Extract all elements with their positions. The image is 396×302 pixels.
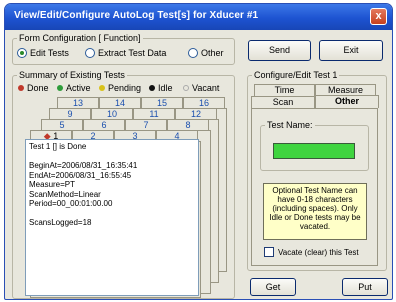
tab-scan[interactable]: Scan xyxy=(251,96,315,108)
tab-test-13[interactable]: 13 xyxy=(57,97,99,108)
detail-line: ScanMethod=Linear xyxy=(29,189,101,199)
send-button[interactable]: Send xyxy=(248,40,311,61)
radio-selected-icon xyxy=(17,48,27,58)
autolog-window: View/Edit/Configure AutoLog Test[s] for … xyxy=(4,3,393,300)
put-button[interactable]: Put xyxy=(342,278,388,296)
tab-test-14[interactable]: 14 xyxy=(99,97,141,108)
tab-test-11[interactable]: 11 xyxy=(133,108,175,119)
radio-empty-icon xyxy=(188,48,198,58)
status-vacant: Vacant xyxy=(183,83,219,93)
status-label: Vacant xyxy=(192,83,220,93)
idle-dot-icon xyxy=(149,85,155,91)
summary-legend: Summary of Existing Tests xyxy=(17,70,127,80)
test-details-text[interactable]: Test 1 [] is Done BeginAt=2006/08/31_16:… xyxy=(25,139,199,296)
vacant-dot-icon xyxy=(183,85,189,91)
detail-line: Test 1 [] is Done xyxy=(29,142,87,151)
window-title: View/Edit/Configure AutoLog Test[s] for … xyxy=(14,10,259,21)
tab-test-10[interactable]: 10 xyxy=(91,108,133,119)
tab-test-15[interactable]: 15 xyxy=(141,97,183,108)
vacate-label: Vacate (clear) this Test xyxy=(278,248,359,257)
vacate-checkbox[interactable] xyxy=(264,247,274,257)
exit-button[interactable]: Exit xyxy=(319,40,383,61)
detail-line xyxy=(29,152,195,162)
test-name-label: Test Name: xyxy=(265,120,315,130)
tab-time[interactable]: Time xyxy=(254,84,315,96)
radio-empty-icon xyxy=(85,48,95,58)
tab-test-8[interactable]: 8 xyxy=(167,119,209,130)
status-done: Done xyxy=(18,83,49,93)
status-label: Idle xyxy=(158,83,173,93)
active-dot-icon xyxy=(57,85,63,91)
radio-other[interactable]: Other xyxy=(188,48,224,58)
radio-extract-test-data[interactable]: Extract Test Data xyxy=(85,48,166,58)
tab-test-16[interactable]: 16 xyxy=(183,97,225,108)
status-active: Active xyxy=(57,83,91,93)
detail-line xyxy=(29,209,195,219)
detail-line: Period=00_00:01:00.00 xyxy=(29,199,113,208)
status-label: Done xyxy=(27,83,49,93)
configure-legend: Configure/Edit Test 1 xyxy=(252,70,340,80)
get-button[interactable]: Get xyxy=(250,278,296,296)
done-dot-icon xyxy=(18,85,24,91)
detail-line: BeginAt=2006/08/31_16:35:41 xyxy=(29,161,138,170)
tab-other[interactable]: Other xyxy=(315,95,379,108)
pending-dot-icon xyxy=(99,85,105,91)
radio-edit-tests[interactable]: Edit Tests xyxy=(17,48,69,58)
tab-test-9[interactable]: 9 xyxy=(49,108,91,119)
status-label: Pending xyxy=(108,83,142,93)
detail-line: Measure=PT xyxy=(29,180,76,189)
test-name-input[interactable] xyxy=(273,143,355,159)
detail-line: EndAt=2006/08/31_16:55:45 xyxy=(29,170,132,180)
radio-label-extract: Extract Test Data xyxy=(98,48,167,58)
status-idle: Idle xyxy=(149,83,173,93)
test-name-note: Optional Test Name can have 0-18 charact… xyxy=(263,183,367,240)
tab-test-6[interactable]: 6 xyxy=(83,119,125,130)
status-pending: Pending xyxy=(99,83,141,93)
form-config-legend: Form Configuration [ Function] xyxy=(17,33,143,43)
tab-test-5[interactable]: 5 xyxy=(41,119,83,130)
radio-label-other: Other xyxy=(201,48,224,58)
close-icon[interactable]: x xyxy=(370,8,387,25)
title-bar: View/Edit/Configure AutoLog Test[s] for … xyxy=(5,4,392,30)
detail-line: ScansLogged=18 xyxy=(29,218,92,227)
radio-label-edit-tests: Edit Tests xyxy=(30,48,69,58)
status-label: Active xyxy=(66,83,91,93)
tab-test-12[interactable]: 12 xyxy=(175,108,217,119)
tab-test-7[interactable]: 7 xyxy=(125,119,167,130)
